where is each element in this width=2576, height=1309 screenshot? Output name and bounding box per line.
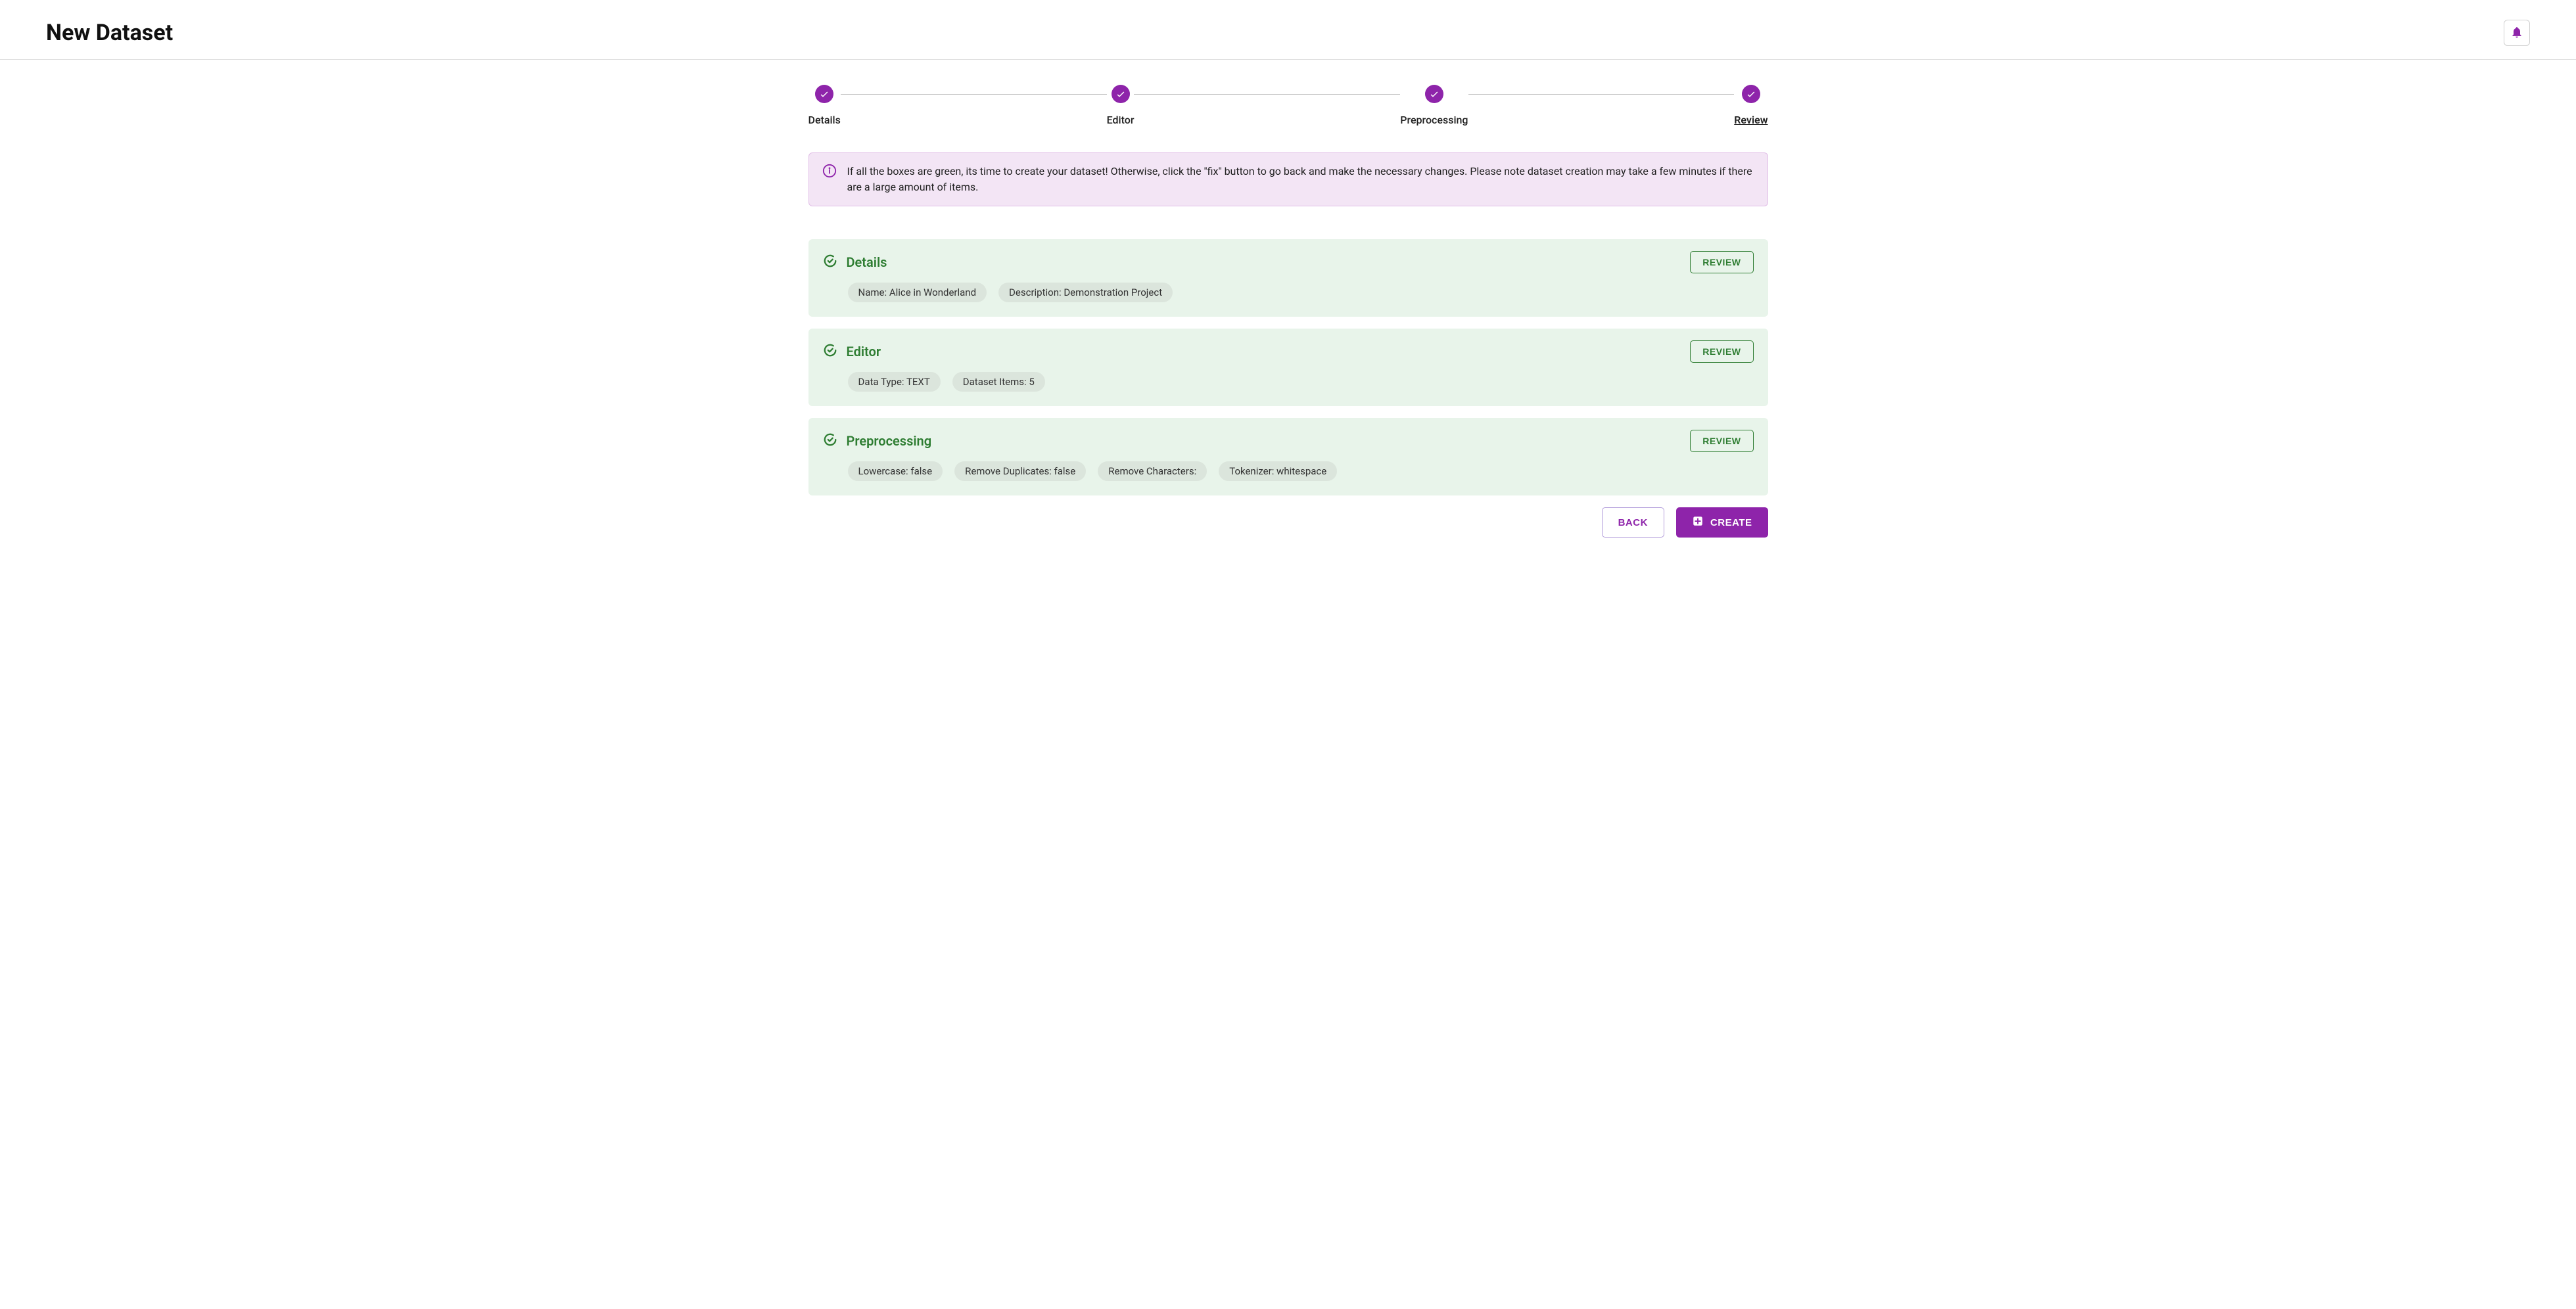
stepper: Details Editor Preprocessing Review [808, 60, 1768, 133]
card-chips: Data Type: TEXT Dataset Items: 5 [823, 372, 1754, 392]
card-title-wrap: Preprocessing [823, 432, 932, 449]
step-details[interactable]: Details [808, 85, 841, 126]
review-button[interactable]: REVIEW [1690, 340, 1753, 363]
review-button[interactable]: REVIEW [1690, 430, 1753, 452]
info-alert-text: If all the boxes are green, its time to … [847, 164, 1754, 195]
check-icon [1425, 85, 1443, 103]
review-card-details: Details REVIEW Name: Alice in Wonderland De… [808, 239, 1768, 317]
card-chips: Name: Alice in Wonderland Description: De… [823, 283, 1754, 302]
step-label: Editor [1107, 114, 1135, 126]
review-card-editor: Editor REVIEW Data Type: TEXT Dataset Items… [808, 329, 1768, 406]
check-circle-icon [823, 432, 837, 449]
step-label: Preprocessing [1400, 114, 1468, 126]
summary-chip: Dataset Items: 5 [952, 372, 1045, 392]
summary-chip: Remove Characters: [1098, 461, 1207, 481]
check-icon [1112, 85, 1130, 103]
check-circle-icon [823, 343, 837, 360]
step-connector [1134, 94, 1400, 95]
card-header: Preprocessing REVIEW [823, 430, 1754, 452]
step-preprocessing[interactable]: Preprocessing [1400, 85, 1468, 126]
card-title-wrap: Details [823, 254, 887, 271]
check-icon [1742, 85, 1760, 103]
bell-icon [2510, 26, 2523, 41]
step-review[interactable]: Review [1734, 85, 1768, 126]
summary-chip: Remove Duplicates: false [954, 461, 1086, 481]
main-content: If all the boxes are green, its time to … [808, 133, 1768, 557]
check-icon [815, 85, 833, 103]
summary-chip: Tokenizer: whitespace [1219, 461, 1337, 481]
card-title: Editor [847, 344, 881, 359]
step-label: Details [808, 114, 841, 126]
card-header: Details REVIEW [823, 251, 1754, 273]
page-title: New Dataset [46, 20, 173, 46]
plus-icon [1692, 515, 1704, 530]
card-chips: Lowercase: false Remove Duplicates: false… [823, 461, 1754, 481]
info-alert: If all the boxes are green, its time to … [808, 152, 1768, 206]
check-circle-icon [823, 254, 837, 271]
card-header: Editor REVIEW [823, 340, 1754, 363]
step-connector [1468, 94, 1735, 95]
create-button-label: CREATE [1710, 517, 1752, 528]
card-title-wrap: Editor [823, 343, 881, 360]
page-header: New Dataset [0, 0, 2576, 60]
info-icon [822, 164, 837, 181]
step-label: Review [1734, 114, 1768, 126]
summary-chip: Name: Alice in Wonderland [848, 283, 987, 302]
notifications-button[interactable] [2504, 20, 2530, 46]
step-connector [841, 94, 1107, 95]
review-card-preprocessing: Preprocessing REVIEW Lowercase: false Remov… [808, 418, 1768, 495]
summary-chip: Data Type: TEXT [848, 372, 941, 392]
back-button[interactable]: BACK [1602, 507, 1664, 538]
card-title: Preprocessing [847, 433, 932, 449]
create-button[interactable]: CREATE [1676, 507, 1768, 538]
summary-chip: Description: Demonstration Project [998, 283, 1173, 302]
summary-chip: Lowercase: false [848, 461, 943, 481]
review-button[interactable]: REVIEW [1690, 251, 1753, 273]
step-editor[interactable]: Editor [1107, 85, 1135, 126]
footer-actions: BACK CREATE [808, 507, 1768, 538]
card-title: Details [847, 254, 887, 270]
